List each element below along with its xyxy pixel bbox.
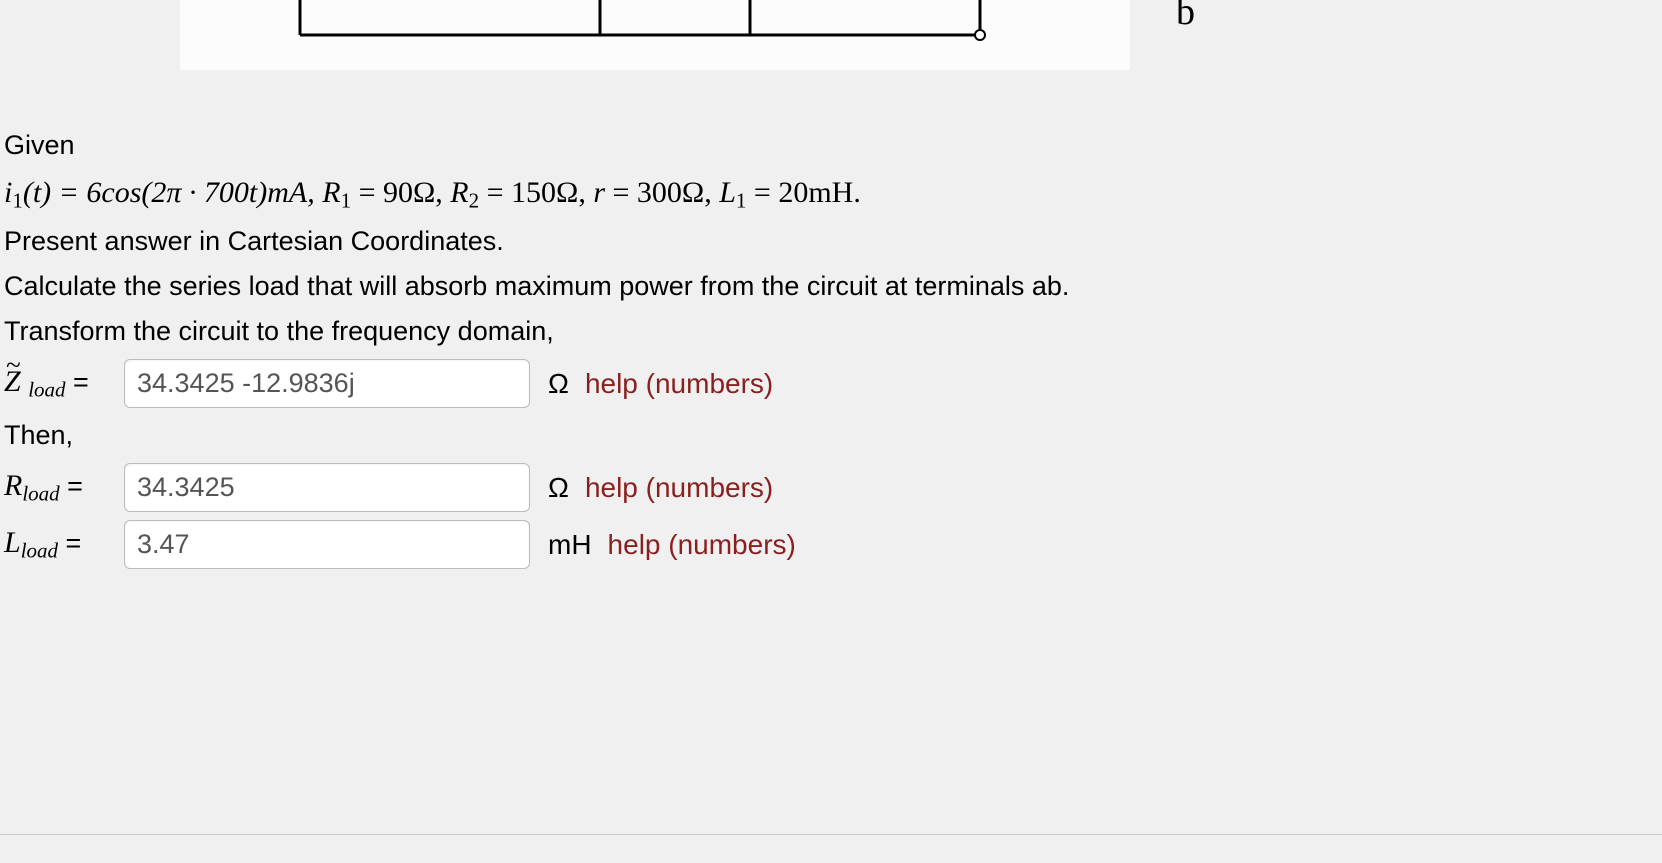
r2-value: = 150Ω, bbox=[479, 176, 593, 209]
lload-help-link[interactable]: help (numbers) bbox=[608, 529, 796, 561]
i1-expression: (t) = 6cos(2π · 700t)mA, bbox=[23, 176, 322, 209]
zload-help-link[interactable]: help (numbers) bbox=[585, 368, 773, 400]
r1-symbol: R bbox=[322, 176, 340, 209]
given-equation: i1(t) = 6cos(2π · 700t)mA, R1 = 90Ω, R2 … bbox=[4, 171, 1658, 216]
l1-value: = 20mH. bbox=[746, 176, 860, 209]
r2-symbol: R bbox=[450, 176, 468, 209]
rload-input[interactable] bbox=[124, 463, 530, 512]
lload-subscript: load bbox=[21, 539, 58, 563]
lload-symbol: L bbox=[4, 526, 21, 559]
r1-subscript: 1 bbox=[341, 188, 352, 212]
given-label: Given bbox=[4, 126, 1658, 165]
zload-subscript: load bbox=[28, 377, 65, 401]
rload-subscript: load bbox=[22, 482, 59, 506]
lload-unit: mH bbox=[548, 529, 592, 561]
i1-subscript: 1 bbox=[12, 188, 23, 212]
l1-subscript: 1 bbox=[736, 188, 747, 212]
zload-label: ~Z load = bbox=[4, 365, 114, 402]
present-instruction: Present answer in Cartesian Coordinates. bbox=[4, 222, 1658, 261]
r-value: = 300Ω, bbox=[605, 176, 719, 209]
page: b Given i1(t) = 6cos(2π · 700t)mA, R1 = … bbox=[0, 0, 1662, 863]
circuit-wires-icon bbox=[180, 0, 1130, 70]
zload-row: ~Z load = Ω help (numbers) bbox=[4, 359, 1658, 408]
rload-label: Rload = bbox=[4, 469, 114, 506]
rload-unit: Ω bbox=[548, 472, 569, 504]
then-label: Then, bbox=[4, 416, 1658, 455]
lload-row: Lload = mH help (numbers) bbox=[4, 520, 1658, 569]
zload-input[interactable] bbox=[124, 359, 530, 408]
rload-help-link[interactable]: help (numbers) bbox=[585, 472, 773, 504]
problem-content: Given i1(t) = 6cos(2π · 700t)mA, R1 = 90… bbox=[0, 120, 1662, 577]
rload-row: Rload = Ω help (numbers) bbox=[4, 463, 1658, 512]
terminal-b-label: b bbox=[1176, 0, 1195, 34]
lload-input[interactable] bbox=[124, 520, 530, 569]
r-symbol: r bbox=[593, 176, 605, 209]
calculate-instruction: Calculate the series load that will abso… bbox=[4, 267, 1658, 306]
transform-instruction: Transform the circuit to the frequency d… bbox=[4, 312, 1658, 351]
circuit-fragment: b bbox=[180, 0, 1130, 70]
zload-unit: Ω bbox=[548, 368, 569, 400]
rload-symbol: R bbox=[4, 469, 22, 502]
r2-subscript: 2 bbox=[469, 188, 480, 212]
divider bbox=[0, 834, 1662, 835]
l1-symbol: L bbox=[719, 176, 736, 209]
r1-value: = 90Ω, bbox=[351, 176, 450, 209]
lload-label: Lload = bbox=[4, 526, 114, 563]
